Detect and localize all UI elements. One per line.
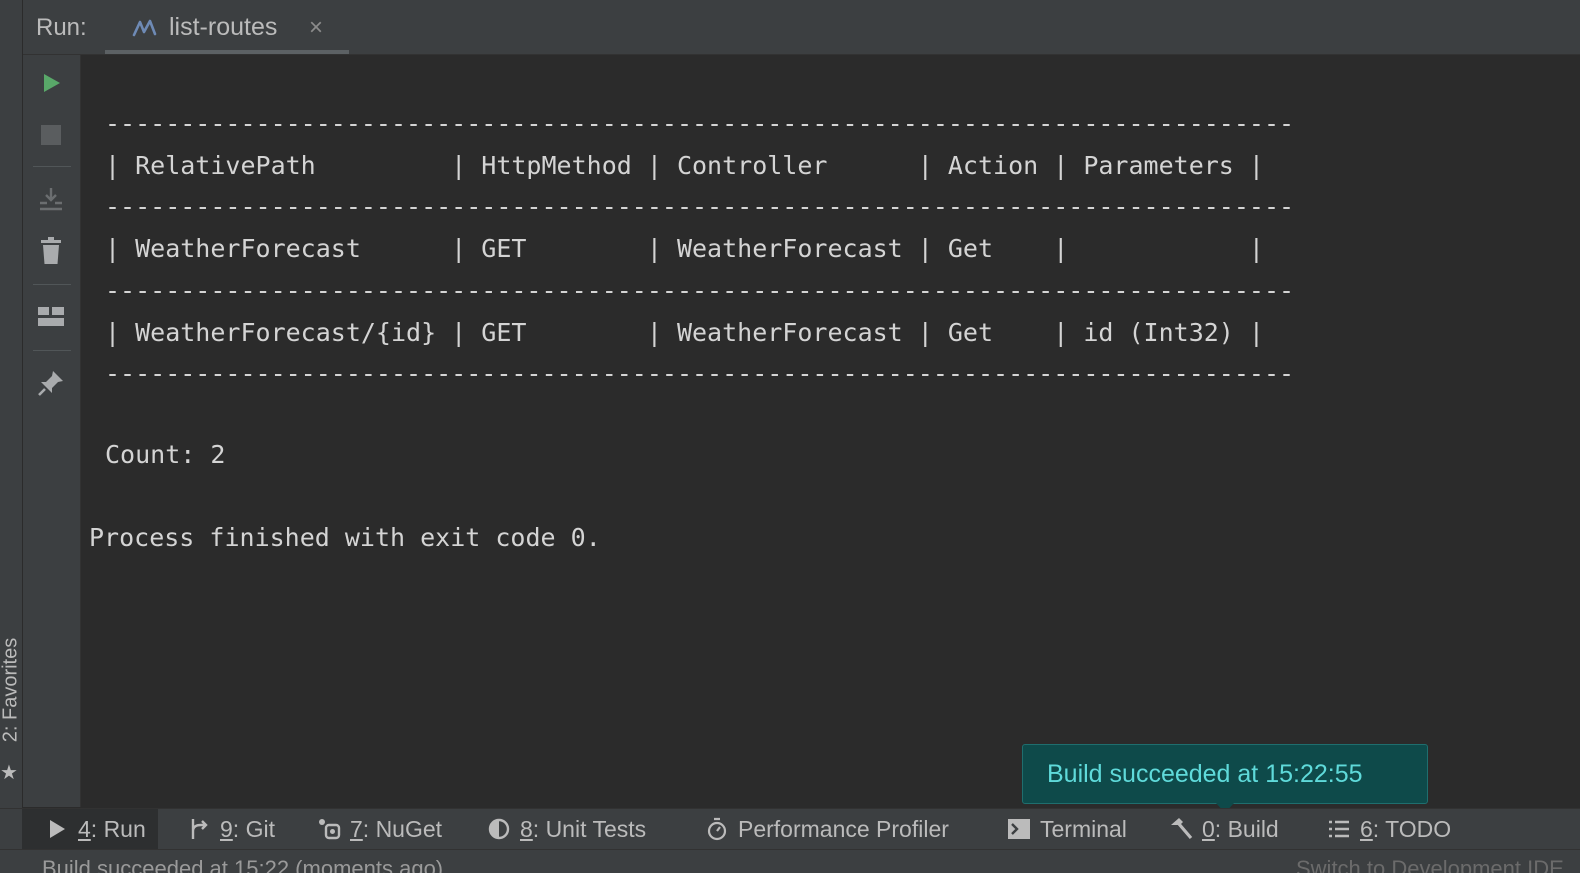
- shortcut-key: 9: [220, 815, 233, 842]
- play-icon: [44, 816, 70, 842]
- stop-button[interactable]: [35, 119, 67, 151]
- tab-list-routes[interactable]: list-routes ×: [105, 0, 349, 54]
- run-header: Run: list-routes ×: [23, 0, 1580, 55]
- unit-tests-icon: [486, 816, 512, 842]
- shortcut-key: 0: [1202, 815, 1215, 842]
- console-line: ----------------------------------------…: [105, 109, 1295, 138]
- clear-all-button[interactable]: [35, 235, 67, 267]
- scroll-to-end-icon: [40, 188, 62, 211]
- stopwatch-icon: [704, 816, 730, 842]
- build-notification-text: Build succeeded at 15:22:55: [1047, 760, 1363, 788]
- rerun-button[interactable]: [35, 67, 67, 99]
- console-line: | WeatherForecast/{id} | GET | WeatherFo…: [105, 317, 1264, 347]
- tool-window-label: Performance Profiler: [738, 815, 949, 842]
- console-line: | WeatherForecast | GET | WeatherForecas…: [105, 234, 1264, 264]
- tool-window-label: : NuGet: [362, 815, 443, 842]
- layout-icon: [38, 307, 64, 326]
- toolbar-separator: [33, 166, 71, 167]
- tool-window-terminal[interactable]: Terminal: [1006, 809, 1127, 849]
- hammer-icon: [1168, 816, 1194, 842]
- console-line: ----------------------------------------…: [105, 275, 1295, 305]
- favorites-tab[interactable]: 2: Favorites: [0, 638, 23, 742]
- tool-window-label: : Run: [90, 815, 146, 842]
- console-output[interactable]: ----------------------------------------…: [81, 55, 1580, 807]
- stop-icon: [41, 125, 61, 145]
- toolbar-separator: [33, 284, 71, 285]
- layout-button[interactable]: [35, 301, 67, 333]
- tool-window-todo[interactable]: 6: TODO: [1326, 809, 1451, 849]
- run-label: Run:: [36, 14, 87, 41]
- shortcut-key: 8: [520, 815, 533, 842]
- tool-window-label: : Build: [1214, 815, 1279, 842]
- tab-active-underline: [105, 50, 349, 54]
- star-icon: ★: [0, 762, 18, 784]
- shortcut-key: 4: [78, 815, 91, 842]
- exit-message: Process finished with exit code 0.: [89, 523, 601, 552]
- console-line: ----------------------------------------…: [105, 192, 1295, 222]
- status-message[interactable]: Build succeeded at 15:22 (moments ago): [42, 856, 443, 873]
- shortcut-key: 7: [350, 815, 363, 842]
- routes-table: ----------------------------------------…: [105, 103, 1294, 395]
- console-line: ----------------------------------------…: [105, 359, 1295, 389]
- tab-label: list-routes: [169, 13, 278, 41]
- tool-window-build[interactable]: 0: Build: [1168, 809, 1279, 849]
- tool-window-label: Terminal: [1040, 815, 1127, 842]
- pin-icon: [38, 371, 63, 396]
- tool-window-run[interactable]: 4: Run: [22, 809, 158, 849]
- list-icon: [1326, 816, 1352, 842]
- count-line: Count: 2: [105, 440, 226, 469]
- status-right-widget[interactable]: Switch to Development IDE: [1296, 856, 1564, 873]
- tool-window-git[interactable]: 9: Git: [186, 809, 275, 849]
- tool-window-label: : TODO: [1372, 815, 1452, 842]
- scroll-to-end-button[interactable]: [35, 183, 67, 215]
- status-bar: Build succeeded at 15:22 (moments ago) S…: [0, 849, 1580, 873]
- pin-tab-button[interactable]: [35, 367, 67, 399]
- tool-window-nuget[interactable]: 7: NuGet: [316, 809, 442, 849]
- tool-window-performance-profiler[interactable]: Performance Profiler: [704, 809, 949, 849]
- run-icon: [44, 74, 60, 92]
- git-icon: [186, 816, 212, 842]
- nuget-icon: [316, 816, 342, 842]
- tool-window-label: : Git: [232, 815, 275, 842]
- close-icon[interactable]: ×: [309, 14, 323, 42]
- terminal-icon: [1006, 816, 1032, 842]
- favorites-strip: 2: Favorites ★: [0, 0, 23, 812]
- tool-window-label: : Unit Tests: [532, 815, 647, 842]
- shortcut-key: 6: [1360, 815, 1373, 842]
- trash-icon: [41, 237, 61, 264]
- build-notification[interactable]: Build succeeded at 15:22:55: [1022, 744, 1428, 804]
- dotnet-config-icon: [132, 19, 157, 37]
- console-line: | RelativePath | HttpMethod | Controller…: [105, 150, 1264, 180]
- toolbar-separator: [33, 350, 71, 351]
- tool-window-bar: 4: Run 9: Git 7: NuGet 8: Unit Tests Per…: [0, 808, 1580, 849]
- run-toolbar: [23, 55, 81, 807]
- tool-window-unit-tests[interactable]: 8: Unit Tests: [486, 809, 646, 849]
